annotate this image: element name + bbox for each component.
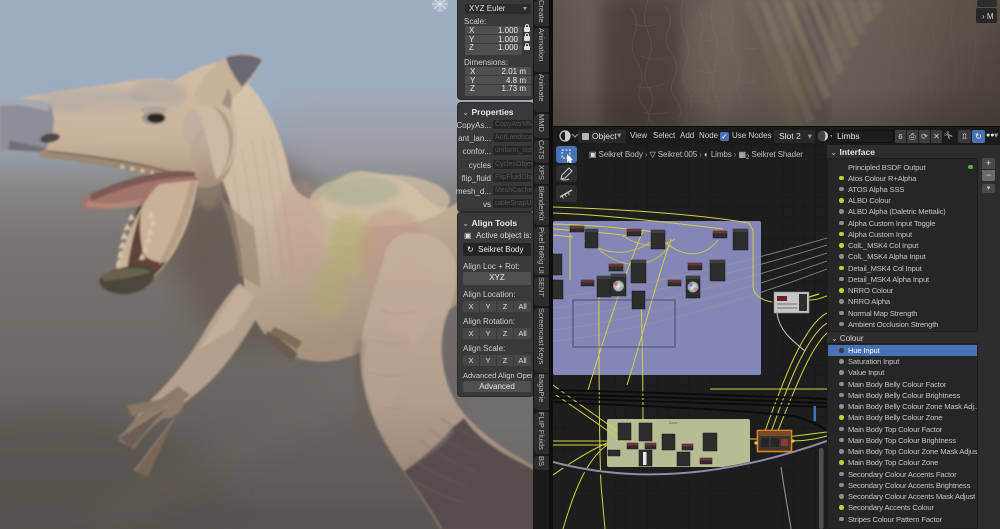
svg-text:› M: › M xyxy=(982,12,994,21)
svg-text:Zone: Zone xyxy=(668,420,678,425)
